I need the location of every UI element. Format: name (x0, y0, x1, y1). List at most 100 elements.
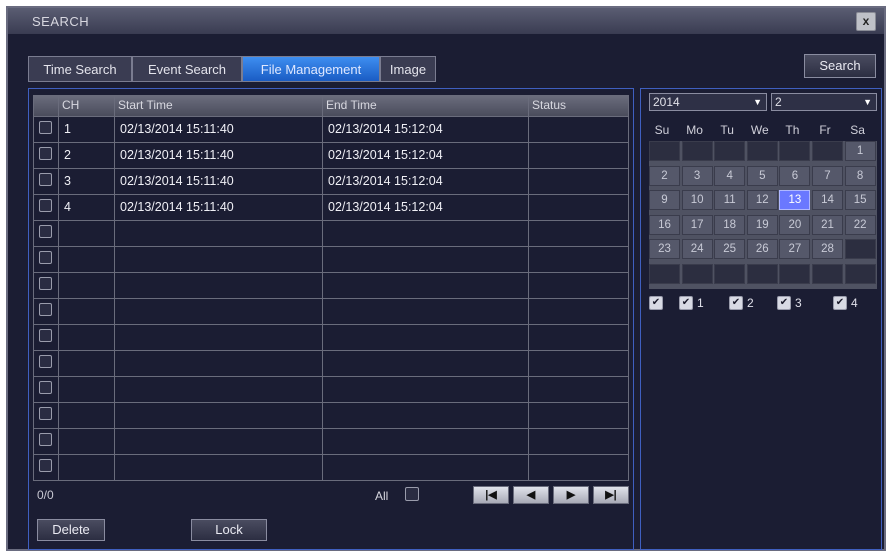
calendar-day[interactable]: 3 (681, 165, 713, 186)
table-row[interactable]: 2 02/13/2014 15:11:40 02/13/2014 15:12:04 (34, 142, 628, 168)
table-footer: 0/0 All |◀ ◀ ▶ ▶| (33, 485, 629, 507)
table-row[interactable] (34, 272, 628, 298)
row-checkbox[interactable] (39, 277, 52, 290)
calendar-day[interactable]: 24 (681, 239, 713, 260)
calendar-day[interactable]: 10 (681, 190, 713, 211)
calendar-day[interactable]: 27 (779, 239, 811, 260)
row-checkbox[interactable] (39, 147, 52, 160)
calendar-day[interactable]: 4 (714, 165, 746, 186)
column-end-time: End Time (326, 98, 377, 112)
row-checkbox[interactable] (39, 407, 52, 420)
tab-time-search[interactable]: Time Search (28, 56, 132, 82)
year-select[interactable]: 2014 ▼ (649, 93, 767, 111)
cell-end-time: 02/13/2014 15:12:04 (328, 200, 443, 214)
tab-image[interactable]: Image (380, 56, 436, 82)
table-row[interactable] (34, 350, 628, 376)
cell-start-time: 02/13/2014 15:11:40 (120, 148, 234, 162)
next-page-icon[interactable]: ▶ (553, 486, 589, 504)
weekday-label: Tu (720, 123, 734, 137)
calendar-day[interactable]: 28 (812, 239, 843, 260)
calendar-day[interactable]: 19 (746, 214, 778, 235)
calendar-day[interactable]: 11 (714, 190, 746, 211)
channel-checkbox[interactable]: ✔ 2 (729, 295, 769, 311)
table-row[interactable] (34, 298, 628, 324)
calendar-day[interactable]: 6 (779, 165, 811, 186)
cell-ch: 4 (64, 200, 71, 214)
close-button[interactable]: x (856, 12, 876, 31)
cell-ch: 2 (64, 148, 71, 162)
calendar-empty-cell (746, 264, 778, 284)
table-row[interactable]: 3 02/13/2014 15:11:40 02/13/2014 15:12:04 (34, 168, 628, 194)
row-checkbox[interactable] (39, 199, 52, 212)
channel-label: 2 (747, 296, 754, 310)
row-checkbox[interactable] (39, 173, 52, 186)
channel-checkbox[interactable]: ✔ 3 (777, 295, 817, 311)
calendar-day[interactable]: 23 (649, 239, 680, 260)
calendar-day[interactable]: 25 (714, 239, 746, 260)
cell-end-time: 02/13/2014 15:12:04 (328, 148, 443, 162)
calendar-day[interactable]: 21 (812, 214, 843, 235)
calendar-day[interactable]: 26 (746, 239, 778, 260)
row-checkbox[interactable] (39, 303, 52, 316)
calendar-day[interactable]: 1 (844, 141, 876, 161)
calendar-day[interactable]: 14 (812, 190, 843, 211)
row-checkbox[interactable] (39, 459, 52, 472)
calendar-day[interactable]: 7 (812, 165, 843, 186)
table-row[interactable]: 1 02/13/2014 15:11:40 02/13/2014 15:12:04 (34, 116, 628, 142)
calendar-day[interactable]: 12 (746, 190, 778, 211)
row-checkbox[interactable] (39, 433, 52, 446)
calendar-empty-cell (844, 264, 876, 284)
channel-checkbox[interactable]: ✔ 4 (833, 295, 873, 311)
table-row[interactable] (34, 402, 628, 428)
row-checkbox[interactable] (39, 121, 52, 134)
channel-label: 1 (697, 296, 704, 310)
channel-checkbox-row: ✔ ✔ 1 ✔ 2 ✔ 3 ✔ 4 (649, 295, 877, 313)
calendar-day[interactable]: 16 (649, 214, 680, 235)
table-row[interactable] (34, 246, 628, 272)
tab-file-management[interactable]: File Management (242, 56, 380, 82)
last-page-icon[interactable]: ▶| (593, 486, 629, 504)
calendar-empty-cell (779, 141, 811, 161)
channel-checkbox[interactable]: ✔ 1 (679, 295, 719, 311)
calendar-empty-cell (681, 141, 713, 161)
record-count: 0/0 (37, 488, 54, 502)
month-select[interactable]: 2 ▼ (771, 93, 877, 111)
table-row[interactable]: 4 02/13/2014 15:11:40 02/13/2014 15:12:04 (34, 194, 628, 220)
lock-button[interactable]: Lock (191, 519, 267, 541)
row-checkbox[interactable] (39, 355, 52, 368)
calendar-day[interactable]: 18 (714, 214, 746, 235)
calendar-day[interactable]: 2 (649, 165, 680, 186)
table-row[interactable] (34, 428, 628, 454)
calendar-day[interactable]: 13 (779, 190, 811, 211)
calendar-empty-cell (779, 264, 811, 284)
calendar-day[interactable]: 8 (844, 165, 876, 186)
row-checkbox[interactable] (39, 381, 52, 394)
calendar-day[interactable]: 22 (844, 214, 876, 235)
year-value: 2014 (653, 95, 680, 109)
cell-ch: 3 (64, 174, 71, 188)
calendar-empty-cell (812, 141, 843, 161)
calendar-empty-cell (681, 264, 713, 284)
table-row[interactable] (34, 324, 628, 350)
table-row[interactable] (34, 454, 628, 480)
first-page-icon[interactable]: |◀ (473, 486, 509, 504)
calendar-day[interactable]: 5 (746, 165, 778, 186)
row-checkbox[interactable] (39, 329, 52, 342)
table-row[interactable] (34, 220, 628, 246)
table-row[interactable] (34, 376, 628, 402)
cell-end-time: 02/13/2014 15:12:04 (328, 174, 443, 188)
select-all-checkbox[interactable] (405, 487, 419, 501)
prev-page-icon[interactable]: ◀ (513, 486, 549, 504)
row-checkbox[interactable] (39, 225, 52, 238)
tab-event-search[interactable]: Event Search (132, 56, 242, 82)
calendar-day[interactable]: 15 (844, 190, 876, 211)
calendar-day[interactable]: 20 (779, 214, 811, 235)
cell-start-time: 02/13/2014 15:11:40 (120, 122, 234, 136)
calendar-day[interactable]: 17 (681, 214, 713, 235)
calendar-empty-cell (649, 264, 680, 284)
row-checkbox[interactable] (39, 251, 52, 264)
search-button[interactable]: Search (804, 54, 876, 78)
cell-start-time: 02/13/2014 15:11:40 (120, 174, 234, 188)
calendar-day[interactable]: 9 (649, 190, 680, 211)
delete-button[interactable]: Delete (37, 519, 105, 541)
